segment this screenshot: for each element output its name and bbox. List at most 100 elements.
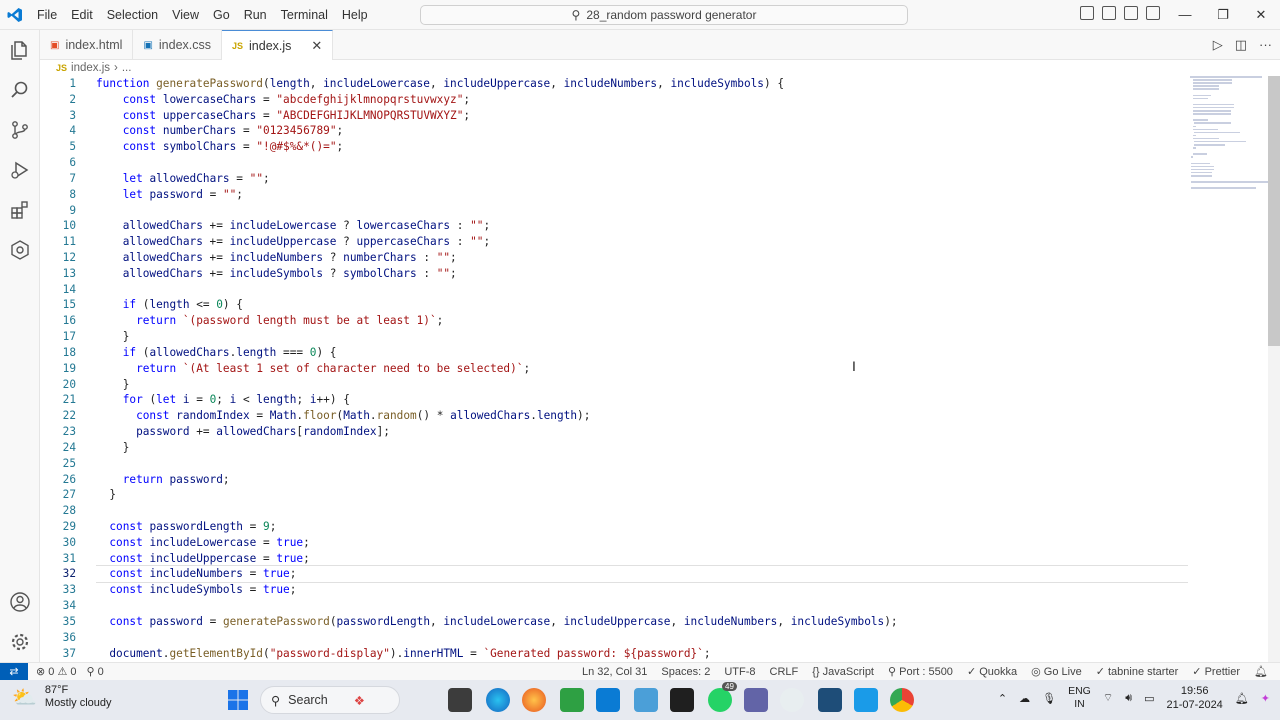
quokka-status[interactable]: ✓ Quokka [967,663,1017,681]
menu-selection[interactable]: Selection [100,0,165,30]
maximize-icon[interactable]: ❐ [1204,0,1242,30]
breadcrumb-file[interactable]: index.js [71,62,110,74]
close-window-icon[interactable]: ✕ [1242,0,1280,30]
video-app-icon[interactable] [854,688,878,712]
clock[interactable]: 19:56 21-07-2024 [1167,684,1223,712]
code-line[interactable]: 28 [40,503,1190,519]
code-line[interactable]: 14 [40,282,1190,298]
code-line[interactable]: 32 const includeNumbers = true; [40,566,1190,582]
minimize-icon[interactable]: — [1166,0,1204,30]
vertical-scrollbar[interactable] [1268,76,1280,662]
scrollbar-thumb[interactable] [1268,76,1280,346]
menu-run[interactable]: Run [237,0,274,30]
end-of-line[interactable]: CRLF [770,663,799,681]
whatsapp-icon[interactable]: 49 [708,682,737,712]
code-line[interactable]: 26 return password; [40,472,1190,488]
settings-gear-icon[interactable] [8,630,32,654]
code-line[interactable]: 35 const password = generatePassword(pas… [40,614,1190,630]
app-icon[interactable] [818,688,842,712]
account-icon[interactable] [8,590,32,614]
ports-indicator[interactable]: ⚲ 0 [86,665,103,678]
language-indicator[interactable]: ENG IN [1068,685,1091,711]
cursor-position[interactable]: Ln 32, Col 31 [582,663,647,681]
minimap[interactable] [1190,76,1270,189]
menu-file[interactable]: File [30,0,64,30]
code-line[interactable]: 10 allowedChars += includeLowercase ? lo… [40,218,1190,234]
code-line[interactable]: 37 document.getElementById("password-dis… [40,646,1190,662]
encoding[interactable]: UTF-8 [724,663,755,681]
code-line[interactable]: 24 } [40,440,1190,456]
run-file-icon[interactable]: ▷ [1213,37,1223,53]
language-mode[interactable]: {} JavaScript [812,663,874,681]
chrome-icon[interactable] [890,688,914,712]
prettier-status[interactable]: ✓ Prettier [1192,663,1240,681]
code-line[interactable]: 31 const includeUppercase = true; [40,551,1190,567]
live-server-port[interactable]: ⚲ Port : 5500 [888,663,953,681]
code-line[interactable]: 27 } [40,487,1190,503]
menu-go[interactable]: Go [206,0,237,30]
indentation[interactable]: Spaces: 2 [661,663,710,681]
battery-icon[interactable]: ▭ [1144,692,1154,705]
snipping-tool-icon[interactable] [634,688,658,712]
copilot-icon[interactable]: ✦ [1261,692,1270,705]
volume-icon[interactable]: 🔊︎ [1125,692,1132,705]
go-live-button[interactable]: ◎ Go Live [1031,663,1082,681]
code-line[interactable]: 7 let allowedChars = ""; [40,171,1190,187]
code-line[interactable]: 3 const uppercaseChars = "ABCDEFGHIJKLMN… [40,108,1190,124]
wifi-icon[interactable]: ⌔ [1103,691,1113,705]
extensions-icon[interactable] [8,198,32,222]
code-line[interactable]: 13 allowedChars += includeSymbols ? symb… [40,266,1190,282]
code-line[interactable]: 23 password += allowedChars[randomIndex]… [40,424,1190,440]
menu-edit[interactable]: Edit [64,0,100,30]
more-actions-icon[interactable]: ··· [1259,37,1272,53]
code-line[interactable]: 4 const numberChars = "0123456789"; [40,123,1190,139]
menu-view[interactable]: View [165,0,206,30]
explorer-icon[interactable] [8,38,32,62]
code-line[interactable]: 19 return `(At least 1 set of character … [40,361,1190,377]
toggle-panel-icon[interactable] [1102,6,1116,20]
split-editor-icon[interactable]: ◫ [1235,37,1247,53]
weather-widget[interactable]: ⛅ 87°F Mostly cloudy [12,684,112,710]
notification-bell-icon[interactable]: 🔔︎ [1235,692,1249,705]
code-line[interactable]: 15 if (length <= 0) { [40,297,1190,313]
close-tab-icon[interactable]: ✕ [311,38,322,54]
tab-index-html[interactable]: ▣ index.html [40,30,134,60]
notifications-bell-icon[interactable]: 🔔︎ [1254,663,1268,681]
code-line[interactable]: 30 const includeLowercase = true; [40,535,1190,551]
notes-app-icon[interactable] [560,688,584,712]
code-line[interactable]: 29 const passwordLength = 9; [40,519,1190,535]
vscode-taskbar-icon[interactable] [596,688,620,712]
onedrive-icon[interactable]: ☁ [1019,692,1030,705]
terminal-icon[interactable] [670,688,694,712]
code-line[interactable]: 2 const lowercaseChars = "abcdefghijklmn… [40,92,1190,108]
search-icon[interactable] [8,78,32,102]
mongodb-icon[interactable] [780,688,804,712]
code-line[interactable]: 34 [40,598,1190,614]
toggle-primary-sidebar-icon[interactable] [1080,6,1094,20]
file-explorer-icon[interactable] [448,688,472,712]
code-line[interactable]: 5 const symbolChars = "!@#$%&*()="; [40,139,1190,155]
code-line[interactable]: 20 } [40,377,1190,393]
command-center[interactable]: ⚲ 28_random password generator [420,5,908,25]
source-control-icon[interactable] [8,118,32,142]
code-line[interactable]: 18 if (allowedChars.length === 0) { [40,345,1190,361]
code-line[interactable]: 6 [40,155,1190,171]
microphone-icon[interactable]: 🎙︎ [1042,692,1056,705]
code-line[interactable]: 9 [40,203,1190,219]
edge-browser-icon[interactable] [486,688,510,712]
code-line[interactable]: 36 [40,630,1190,646]
menu-terminal[interactable]: Terminal [274,0,335,30]
code-line[interactable]: 16 return `(password length must be at l… [40,313,1190,329]
run-debug-icon[interactable] [8,158,32,182]
code-line[interactable]: 12 allowedChars += includeNumbers ? numb… [40,250,1190,266]
code-line[interactable]: 8 let password = ""; [40,187,1190,203]
teams-icon[interactable] [744,688,768,712]
windows-start-icon[interactable] [226,688,250,712]
tab-index-js[interactable]: JS index.js ✕ [222,30,334,61]
toggle-secondary-sidebar-icon[interactable] [1124,6,1138,20]
code-line[interactable]: 11 allowedChars += includeUppercase ? up… [40,234,1190,250]
taskbar-search-box[interactable]: ⚲ Search ❖ [260,686,400,714]
code-line[interactable]: 1 function generatePassword(length, inclu… [40,76,1190,92]
firefox-icon[interactable] [522,688,546,712]
remote-indicator-icon[interactable]: ⇄ [0,662,28,681]
